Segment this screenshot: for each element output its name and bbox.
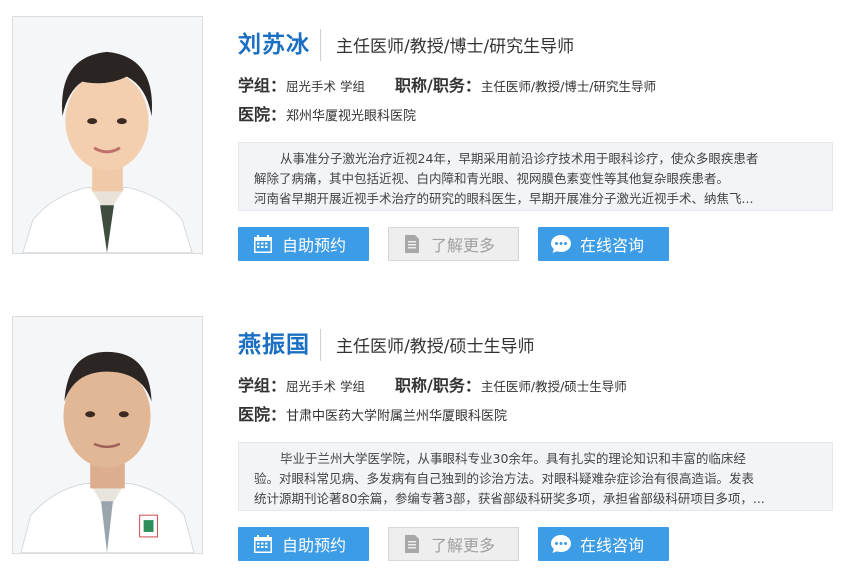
chat-bubble-icon xyxy=(550,233,572,255)
position-label: 职称/职务： xyxy=(395,76,481,95)
position-label: 职称/职务： xyxy=(395,376,481,395)
hospital-label: 医院： xyxy=(238,105,287,124)
doctor-portrait-image xyxy=(13,17,202,253)
name-divider xyxy=(320,329,321,361)
calendar-icon xyxy=(252,533,274,555)
online-consult-label: 在线咨询 xyxy=(580,536,645,555)
info-row-hospital: 医院：郑州华厦视光眼科医院 xyxy=(238,105,416,127)
group-value: 屈光手术 学组 xyxy=(286,79,365,94)
info-row-group-position: 学组：屈光手术 学组 职称/职务：主任医师/教授/博士/研究生导师 xyxy=(238,76,656,97)
position-value: 主任医师/教授/博士/研究生导师 xyxy=(480,79,656,94)
doctor-name[interactable]: 刘苏冰 xyxy=(238,30,310,60)
info-row-group-position: 学组：屈光手术 学组 职称/职务：主任医师/教授/硕士生导师 xyxy=(238,376,627,397)
learn-more-button[interactable]: 了解更多 xyxy=(388,527,519,561)
doctor-title: 主任医师/教授/博士/研究生导师 xyxy=(336,37,575,57)
group-label: 学组： xyxy=(238,376,287,395)
doctor-photo[interactable] xyxy=(12,316,203,554)
doctor-title: 主任医师/教授/硕士生导师 xyxy=(336,337,535,357)
group-label: 学组： xyxy=(238,76,287,95)
doctor-intro: 毕业于兰州大学医学院，从事眼科专业30余年。具有扎实的理论知识和丰富的临床经 验… xyxy=(238,442,833,511)
book-appointment-label: 自助预约 xyxy=(282,536,347,555)
book-appointment-label: 自助预约 xyxy=(282,236,347,255)
intro-line: 从事准分子激光治疗近视24年，早期采用前沿诊疗技术用于眼科诊疗，使众多眼疾患者 xyxy=(280,151,759,166)
learn-more-button[interactable]: 了解更多 xyxy=(388,227,519,261)
doctor-portrait-image xyxy=(13,317,202,553)
document-icon xyxy=(401,533,423,555)
doctor-card: 刘苏冰 主任医师/教授/博士/研究生导师 学组：屈光手术 学组 职称/职务：主任医… xyxy=(0,0,863,261)
intro-line: 毕业于兰州大学医学院，从事眼科专业30余年。具有扎实的理论知识和丰富的临床经 xyxy=(280,451,746,466)
info-row-hospital: 医院：甘肃中医药大学附属兰州华厦眼科医院 xyxy=(238,405,507,427)
document-icon xyxy=(401,233,423,255)
chat-bubble-icon xyxy=(550,533,572,555)
online-consult-button[interactable]: 在线咨询 xyxy=(538,527,669,561)
intro-line: 解除了病痛，其中包括近视、白内障和青光眼、视网膜色素变性等其他复杂眼疾患者。 xyxy=(254,171,730,186)
hospital-value: 甘肃中医药大学附属兰州华厦眼科医院 xyxy=(286,409,508,424)
intro-line: 验。对眼科常见病、多发病有自己独到的诊治方法。对眼科疑难杂症诊治有很高造诣。发表 xyxy=(254,471,755,486)
intro-line: 河南省早期开展近视手术治疗的研究的眼科医生，早期开展准分子激光近视手术、纳焦飞.… xyxy=(254,191,754,206)
online-consult-label: 在线咨询 xyxy=(580,236,645,255)
doctor-photo[interactable] xyxy=(12,16,203,254)
intro-line: 统计源期刊论著80余篇，参编专著3部，获省部级科研奖多项，承担省部级科研项目多项… xyxy=(254,491,765,506)
book-appointment-button[interactable]: 自助预约 xyxy=(238,527,369,561)
calendar-icon xyxy=(252,233,274,255)
hospital-value: 郑州华厦视光眼科医院 xyxy=(286,109,417,124)
doctor-intro: 从事准分子激光治疗近视24年，早期采用前沿诊疗技术用于眼科诊疗，使众多眼疾患者 … xyxy=(238,142,833,211)
position-value: 主任医师/教授/硕士生导师 xyxy=(480,379,627,394)
doctor-name[interactable]: 燕振国 xyxy=(238,330,310,360)
name-divider xyxy=(320,29,321,61)
learn-more-label: 了解更多 xyxy=(431,236,496,255)
doctor-card: 燕振国 主任医师/教授/硕士生导师 学组：屈光手术 学组 职称/职务：主任医师/教… xyxy=(0,300,863,561)
learn-more-label: 了解更多 xyxy=(431,536,496,555)
group-value: 屈光手术 学组 xyxy=(286,379,365,394)
book-appointment-button[interactable]: 自助预约 xyxy=(238,227,369,261)
hospital-label: 医院： xyxy=(238,405,287,424)
online-consult-button[interactable]: 在线咨询 xyxy=(538,227,669,261)
